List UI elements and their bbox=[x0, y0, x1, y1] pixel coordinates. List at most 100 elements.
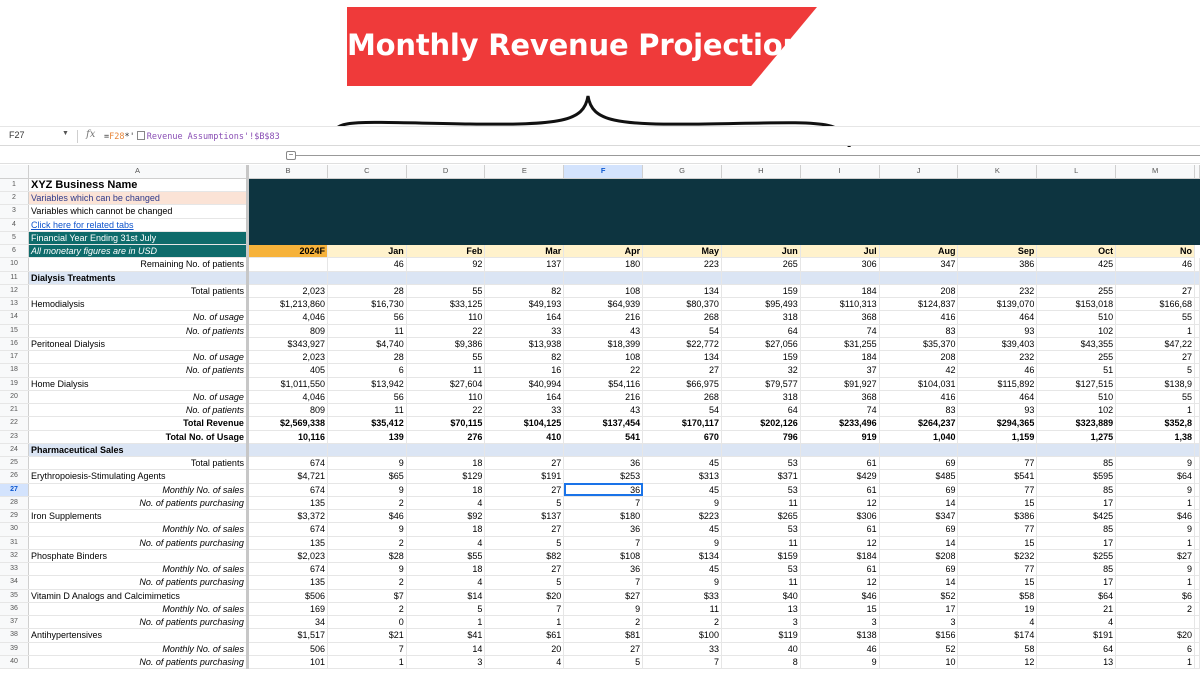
value-cell[interactable]: 1 bbox=[1115, 324, 1195, 338]
section-fill-cell[interactable] bbox=[484, 271, 565, 285]
value-cell[interactable]: 1,275 bbox=[1036, 430, 1117, 444]
value-cell[interactable]: $6 bbox=[1115, 589, 1195, 603]
row-number[interactable]: 28 bbox=[0, 496, 29, 511]
row-label[interactable]: Monthly No. of sales bbox=[28, 562, 249, 577]
value-cell[interactable]: 135 bbox=[247, 496, 329, 511]
column-header-a[interactable]: A bbox=[28, 165, 249, 179]
row-number[interactable]: 4 bbox=[0, 218, 29, 232]
value-cell[interactable]: 74 bbox=[800, 324, 880, 338]
sheet-table[interactable]: ABCDEFGHIJKLM 1 XYZ Business Name 2 Variabl… bbox=[0, 165, 1200, 670]
value-cell[interactable]: 22 bbox=[406, 403, 486, 418]
value-cell[interactable]: $79,577 bbox=[721, 377, 801, 391]
section-fill-cell[interactable] bbox=[642, 271, 722, 285]
value-cell[interactable]: 53 bbox=[721, 483, 801, 497]
value-cell[interactable]: 11 bbox=[642, 602, 722, 617]
value-cell[interactable]: 416 bbox=[879, 310, 959, 325]
value-cell[interactable]: 27 bbox=[1115, 350, 1195, 365]
value-cell[interactable]: 2 bbox=[327, 536, 407, 550]
row-number[interactable]: 24 bbox=[0, 443, 29, 458]
value-cell[interactable]: 55 bbox=[1115, 310, 1195, 325]
value-cell[interactable] bbox=[1194, 456, 1200, 471]
value-cell[interactable]: $16,730 bbox=[327, 297, 407, 312]
value-cell[interactable]: 18 bbox=[406, 562, 486, 577]
value-cell[interactable]: 4 bbox=[957, 615, 1038, 630]
value-cell[interactable]: $3,372 bbox=[247, 509, 329, 524]
value-cell[interactable] bbox=[1194, 284, 1200, 299]
value-cell[interactable]: 33 bbox=[642, 642, 722, 656]
row-label[interactable]: Iron Supplements bbox=[28, 509, 249, 524]
info-label-changeable[interactable]: Variables which can be changed bbox=[28, 191, 249, 206]
header-band-cell[interactable] bbox=[563, 231, 644, 246]
header-band-cell[interactable] bbox=[406, 178, 486, 193]
value-cell[interactable]: 216 bbox=[563, 310, 644, 325]
header-band-cell[interactable] bbox=[247, 178, 329, 193]
section-fill-cell[interactable] bbox=[721, 443, 801, 458]
value-cell[interactable]: $170,117 bbox=[642, 416, 722, 431]
value-cell[interactable]: 6 bbox=[327, 363, 407, 378]
value-cell[interactable]: 5 bbox=[484, 536, 565, 550]
month-header[interactable]: Jun bbox=[721, 244, 801, 259]
value-cell[interactable]: 3 bbox=[800, 615, 880, 630]
value-cell[interactable]: 69 bbox=[879, 522, 959, 537]
value-cell[interactable]: 9 bbox=[327, 562, 407, 577]
value-cell[interactable]: 55 bbox=[406, 284, 486, 299]
value-cell[interactable]: 28 bbox=[327, 284, 407, 299]
value-cell[interactable]: 9 bbox=[327, 522, 407, 537]
value-cell[interactable]: 405 bbox=[247, 363, 329, 378]
value-cell[interactable]: $66,975 bbox=[642, 377, 722, 391]
value-cell[interactable]: $184 bbox=[800, 549, 880, 564]
value-cell[interactable]: $61 bbox=[484, 628, 565, 643]
value-cell[interactable]: 45 bbox=[642, 522, 722, 537]
value-cell[interactable]: $110,313 bbox=[800, 297, 880, 312]
value-cell[interactable]: 46 bbox=[957, 363, 1038, 378]
value-cell[interactable] bbox=[1194, 350, 1200, 365]
value-cell[interactable]: 82 bbox=[484, 284, 565, 299]
row-number[interactable]: 29 bbox=[0, 509, 29, 524]
header-band-cell[interactable] bbox=[1115, 178, 1195, 193]
header-band-cell[interactable] bbox=[406, 191, 486, 206]
value-cell[interactable]: 27 bbox=[642, 363, 722, 378]
section-fill-cell[interactable] bbox=[1036, 271, 1117, 285]
value-cell[interactable]: 4,046 bbox=[247, 390, 329, 405]
value-cell[interactable]: 15 bbox=[957, 575, 1038, 590]
header-band-cell[interactable] bbox=[879, 178, 959, 193]
value-cell[interactable]: 2 bbox=[563, 615, 644, 630]
value-cell[interactable]: 46 bbox=[1115, 257, 1195, 272]
row-label[interactable]: Hemodialysis bbox=[28, 297, 249, 312]
value-cell[interactable]: 674 bbox=[247, 522, 329, 537]
column-header-l[interactable]: L bbox=[1036, 165, 1117, 179]
value-cell[interactable]: $232 bbox=[957, 549, 1038, 564]
value-cell[interactable]: 93 bbox=[957, 403, 1038, 418]
value-cell[interactable]: $31,255 bbox=[800, 337, 880, 352]
value-cell[interactable] bbox=[1194, 536, 1200, 550]
value-cell[interactable] bbox=[1194, 615, 1200, 630]
row-number[interactable]: 10 bbox=[0, 257, 29, 272]
value-cell[interactable]: $4,740 bbox=[327, 337, 407, 352]
header-band-cell[interactable] bbox=[247, 204, 329, 219]
value-cell[interactable]: $58 bbox=[957, 589, 1038, 603]
value-cell[interactable]: 9 bbox=[327, 483, 407, 497]
value-cell[interactable] bbox=[1194, 297, 1200, 312]
header-band-cell[interactable] bbox=[800, 218, 880, 232]
value-cell[interactable]: 9 bbox=[642, 575, 722, 590]
section-fill-cell[interactable] bbox=[1194, 443, 1200, 458]
value-cell[interactable]: 42 bbox=[879, 363, 959, 378]
header-band-cell[interactable] bbox=[957, 178, 1038, 193]
row-number[interactable]: 25 bbox=[0, 456, 29, 471]
row-number[interactable]: 5 bbox=[0, 231, 29, 246]
column-header-e[interactable]: E bbox=[484, 165, 565, 179]
value-cell[interactable]: 22 bbox=[406, 324, 486, 338]
row-label[interactable]: Total Revenue bbox=[28, 416, 249, 431]
value-cell[interactable]: 4 bbox=[484, 655, 565, 670]
header-band-cell[interactable] bbox=[247, 191, 329, 206]
value-cell[interactable]: 43 bbox=[563, 324, 644, 338]
row-label[interactable]: No. of usage bbox=[28, 350, 249, 365]
row-number[interactable]: 33 bbox=[0, 562, 29, 577]
collapse-group-button[interactable]: − bbox=[286, 151, 296, 160]
value-cell[interactable]: $2,569,338 bbox=[247, 416, 329, 431]
header-band-cell[interactable] bbox=[879, 231, 959, 246]
section-fill-cell[interactable] bbox=[879, 443, 959, 458]
value-cell[interactable]: 276 bbox=[406, 430, 486, 444]
value-cell[interactable] bbox=[1194, 562, 1200, 577]
value-cell[interactable]: 3 bbox=[406, 655, 486, 670]
